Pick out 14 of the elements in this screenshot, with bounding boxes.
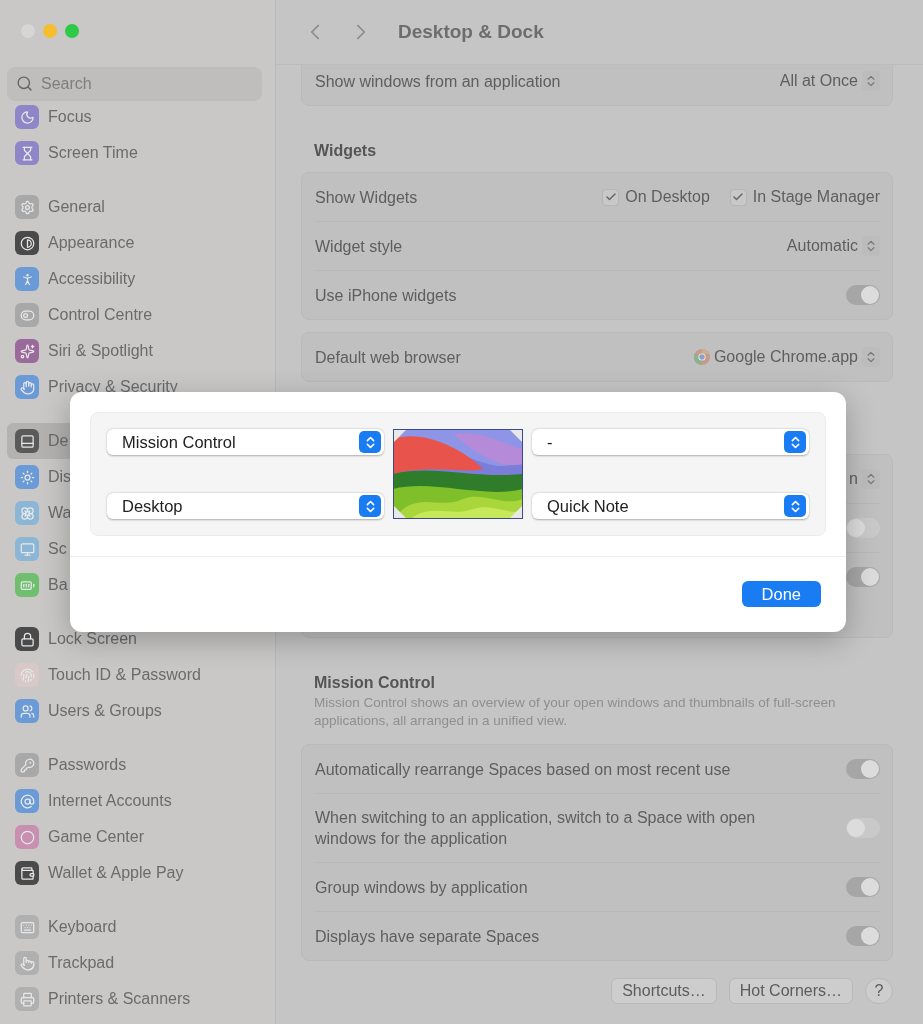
setting-label: Automatically rearrange Spaces based on most recent use	[315, 759, 731, 780]
setting-label: Displays have separate Spaces	[315, 926, 540, 947]
setting-label: Group windows by application	[315, 877, 528, 898]
section-heading: Widgets	[313, 142, 378, 160]
setting-label: Widget style	[315, 236, 403, 257]
setting-label: Show Widgets	[315, 187, 418, 208]
setting-label: When switching to an application, switch to a Space with open windows for the application	[315, 808, 757, 849]
setting-label: Default web browser	[315, 347, 461, 368]
setting-label: Show windows from an application	[315, 71, 561, 92]
setting-label: Use iPhone widgets	[315, 285, 457, 306]
window-title: Desktop & Dock	[398, 21, 544, 43]
checkbox-label: In Stage Manager	[752, 188, 880, 206]
section-heading: Mission Control	[313, 674, 436, 692]
checkbox-label: On Desktop	[625, 188, 710, 206]
